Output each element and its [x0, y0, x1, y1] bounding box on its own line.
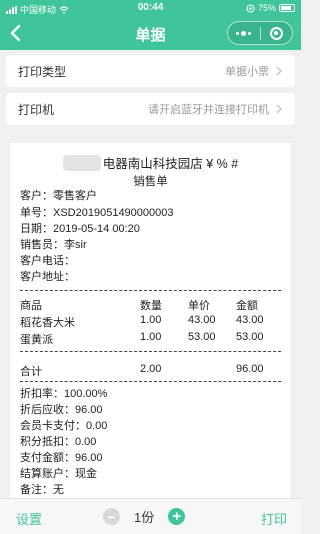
- table-row: 蛋黄派 1.00 53.00 53.00: [20, 331, 281, 346]
- item-qty: 1.00: [140, 331, 162, 343]
- column-header: 数量: [140, 300, 162, 312]
- item-name: 蛋黄派: [20, 334, 53, 346]
- orientation-lock-icon: [246, 4, 255, 12]
- mini-program-capsule: [227, 21, 293, 45]
- total-label: 合计: [20, 366, 42, 378]
- battery-icon: [279, 4, 295, 12]
- redacted-logo: [62, 154, 101, 171]
- printer-label: 打印机: [18, 102, 55, 117]
- remark-line: 备注：无: [20, 484, 64, 496]
- column-header: 商品: [20, 300, 42, 312]
- customer-line: 客户：零售客户: [20, 190, 97, 202]
- close-circle-icon: [269, 26, 283, 40]
- status-right: 75%: [246, 3, 295, 13]
- copies-count: 1份: [134, 510, 155, 525]
- print-type-label: 打印类型: [18, 64, 67, 79]
- item-qty: 1.00: [140, 314, 162, 326]
- table-header: 商品 数量 单价 金额: [20, 297, 281, 312]
- receipt-header: 电器南山科技园店 ¥ % #: [10, 153, 291, 172]
- more-dot-icon: [236, 31, 240, 35]
- more-button[interactable]: [228, 22, 260, 44]
- decrement-button[interactable]: −: [103, 508, 120, 525]
- chevron-right-icon: [276, 66, 282, 76]
- total-qty: 2.00: [140, 363, 162, 375]
- printer-value: 请开启蓝牙并连接打印机: [148, 104, 269, 116]
- total-amount: 96.00: [236, 363, 264, 375]
- item-price: 53.00: [188, 331, 216, 343]
- column-header: 金额: [236, 300, 258, 312]
- after-discount-line: 折后应收：96.00: [20, 404, 103, 416]
- divider: [20, 290, 281, 291]
- date-line: 日期：2019-05-14 00:20: [20, 223, 140, 235]
- printer-row[interactable]: 打印机 请开启蓝牙并连接打印机: [6, 93, 295, 125]
- more-dot-icon: [241, 30, 247, 36]
- table-row: 稻花香大米 1.00 43.00 43.00: [20, 314, 281, 329]
- store-name: 电器南山科技园店 ¥ % #: [102, 157, 239, 171]
- item-price: 43.00: [188, 314, 216, 326]
- chevron-right-icon: [276, 104, 282, 114]
- nav-bar: 单据: [0, 16, 301, 50]
- divider: [20, 381, 281, 382]
- points-line: 积分抵扣：0.00: [20, 436, 97, 448]
- more-dot-icon: [248, 31, 252, 35]
- item-name: 稻花香大米: [20, 317, 75, 329]
- item-amount: 53.00: [236, 331, 264, 343]
- divider: [20, 351, 281, 352]
- copies-stepper: − 1份 +: [103, 507, 186, 526]
- salesperson-line: 销售员：李sir: [20, 239, 87, 251]
- close-button[interactable]: [260, 22, 292, 44]
- paid-line: 支付金额：96.00: [20, 452, 103, 464]
- total-row: 合计 2.00 96.00: [20, 363, 281, 378]
- status-bar: 中国移动 00:44 75%: [0, 0, 301, 16]
- print-type-row[interactable]: 打印类型 单据小票: [6, 55, 295, 87]
- discount-rate-line: 折扣率：100.00%: [20, 388, 108, 400]
- print-button[interactable]: 打印: [261, 509, 287, 528]
- increment-button[interactable]: +: [168, 508, 186, 525]
- bottom-toolbar: 设置 − 1份 + 打印: [0, 498, 301, 534]
- member-card-line: 会员卡支付：0.00: [20, 420, 108, 432]
- phone-line: 客户电话：: [20, 255, 75, 267]
- order-no-line: 单号：XSD2019051490000003: [20, 207, 174, 219]
- settings-button[interactable]: 设置: [16, 509, 42, 528]
- address-line: 客户地址：: [20, 271, 75, 283]
- battery-percent: 75%: [257, 3, 276, 13]
- item-amount: 43.00: [236, 314, 264, 326]
- receipt-preview: 电器南山科技园店 ¥ % # 销售单 客户：零售客户 单号：XSD2019051…: [10, 143, 291, 498]
- column-header: 单价: [188, 300, 210, 312]
- print-type-value: 单据小票: [225, 66, 269, 78]
- account-line: 结算账户：现金: [20, 468, 97, 480]
